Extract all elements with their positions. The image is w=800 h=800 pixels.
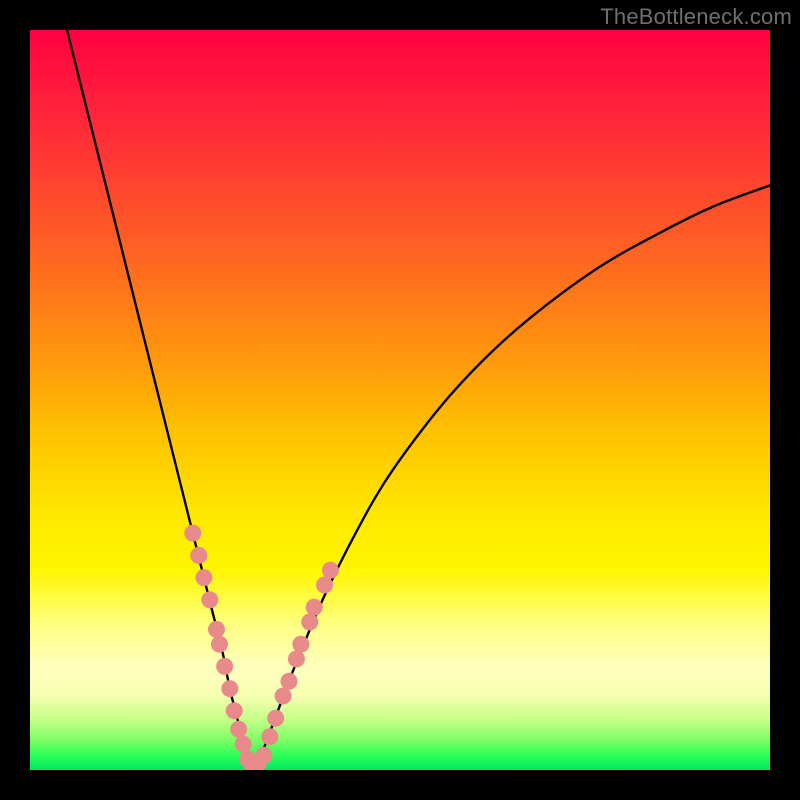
data-marker [267,710,284,727]
data-marker [316,577,333,594]
data-marker [306,599,323,616]
data-markers [184,525,339,770]
chart-frame: TheBottleneck.com [0,0,800,800]
data-marker [216,658,233,675]
data-marker [288,651,305,668]
data-marker [292,636,309,653]
bottleneck-curve [67,30,770,766]
data-marker [211,636,228,653]
data-marker [190,547,207,564]
data-marker [235,736,252,753]
data-marker [301,614,318,631]
data-marker [226,702,243,719]
data-marker [230,721,247,738]
data-marker [208,621,225,638]
data-marker [221,680,238,697]
data-marker [281,673,298,690]
plot-area [30,30,770,770]
data-marker [275,688,292,705]
data-marker [261,728,278,745]
watermark-text: TheBottleneck.com [600,4,792,30]
chart-svg [30,30,770,770]
data-marker [255,747,272,764]
data-marker [201,591,218,608]
data-marker [322,562,339,579]
data-marker [195,569,212,586]
data-marker [184,525,201,542]
